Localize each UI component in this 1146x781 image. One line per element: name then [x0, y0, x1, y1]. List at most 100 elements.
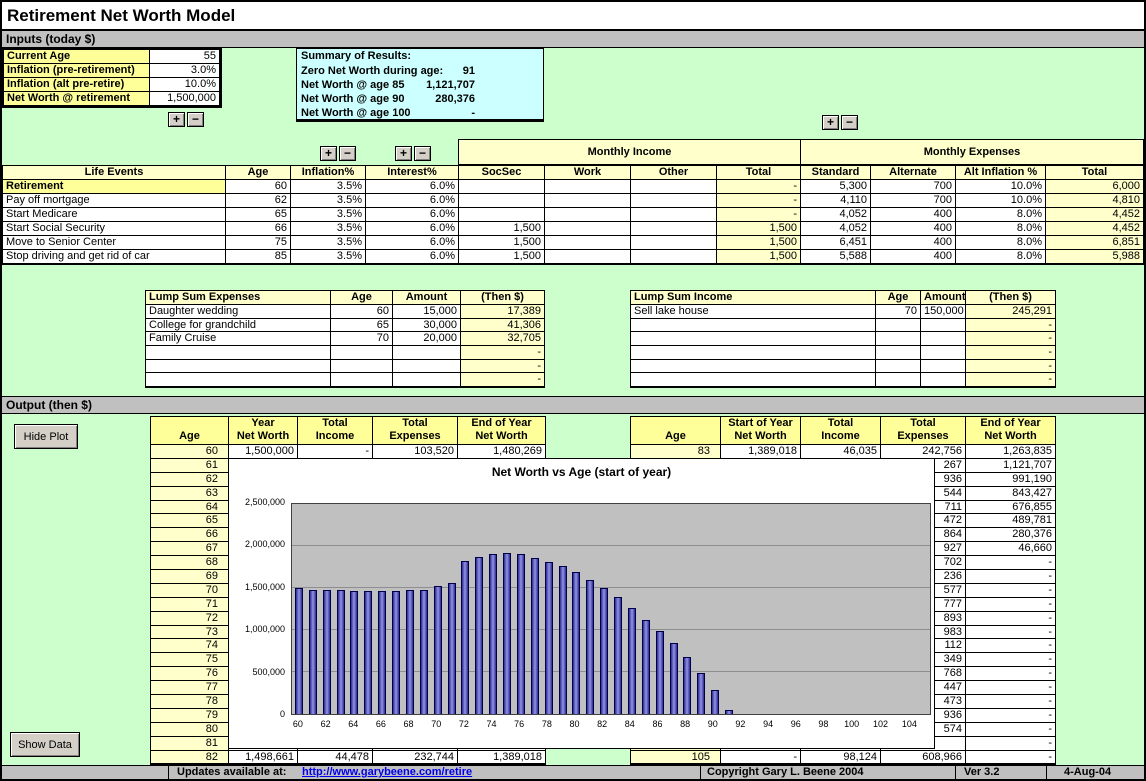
- life-event-cell[interactable]: [631, 208, 717, 222]
- lump-cell[interactable]: [631, 373, 876, 387]
- life-event-cell[interactable]: 700: [871, 194, 956, 208]
- lump-cell[interactable]: [393, 373, 461, 387]
- life-event-cell[interactable]: 85: [226, 250, 291, 264]
- lump-cell[interactable]: 60: [331, 305, 393, 319]
- lump-cell[interactable]: [921, 319, 966, 333]
- lump-cell[interactable]: [146, 360, 331, 374]
- life-event-cell[interactable]: Start Social Security: [3, 222, 226, 236]
- life-event-cell[interactable]: 8.0%: [956, 208, 1046, 222]
- life-event-cell[interactable]: 700: [871, 180, 956, 194]
- life-event-cell[interactable]: 6.0%: [366, 194, 459, 208]
- lump-cell[interactable]: 30,000: [393, 319, 461, 333]
- life-event-cell[interactable]: 400: [871, 208, 956, 222]
- life-event-cell[interactable]: [545, 236, 631, 250]
- lump-cell[interactable]: [331, 373, 393, 387]
- lump-cell[interactable]: [331, 360, 393, 374]
- lump-cell[interactable]: 70: [331, 332, 393, 346]
- life-event-cell[interactable]: 62: [226, 194, 291, 208]
- input-value-cell[interactable]: 55: [150, 50, 220, 64]
- life-event-cell[interactable]: 60: [226, 180, 291, 194]
- lump-cell[interactable]: Family Cruise: [146, 332, 331, 346]
- life-event-cell[interactable]: [459, 180, 545, 194]
- lump-cell[interactable]: [921, 332, 966, 346]
- life-event-cell[interactable]: Retirement: [3, 180, 226, 194]
- life-event-cell[interactable]: Stop driving and get rid of car: [3, 250, 226, 264]
- life-event-cell[interactable]: 400: [871, 236, 956, 250]
- remove-row-button[interactable]: −: [841, 115, 858, 130]
- lump-cell[interactable]: [631, 332, 876, 346]
- life-event-cell[interactable]: [545, 208, 631, 222]
- life-event-cell[interactable]: [545, 194, 631, 208]
- lump-cell[interactable]: [876, 373, 921, 387]
- show-data-button[interactable]: Show Data: [10, 732, 80, 757]
- lump-cell[interactable]: [631, 346, 876, 360]
- life-event-cell[interactable]: 3.5%: [291, 180, 366, 194]
- life-event-cell[interactable]: 10.0%: [956, 180, 1046, 194]
- lump-cell[interactable]: [921, 373, 966, 387]
- life-event-cell[interactable]: 5,588: [801, 250, 871, 264]
- life-event-cell[interactable]: 6.0%: [366, 208, 459, 222]
- life-event-cell[interactable]: [545, 250, 631, 264]
- lump-cell[interactable]: 20,000: [393, 332, 461, 346]
- life-event-cell[interactable]: [631, 194, 717, 208]
- life-event-cell[interactable]: Move to Senior Center: [3, 236, 226, 250]
- life-event-cell[interactable]: 6.0%: [366, 222, 459, 236]
- life-event-cell[interactable]: 10.0%: [956, 194, 1046, 208]
- life-event-cell[interactable]: 6.0%: [366, 180, 459, 194]
- life-event-cell[interactable]: [631, 236, 717, 250]
- life-event-cell[interactable]: Start Medicare: [3, 208, 226, 222]
- life-event-cell[interactable]: 66: [226, 222, 291, 236]
- life-event-cell[interactable]: Pay off mortgage: [3, 194, 226, 208]
- life-event-cell[interactable]: 1,500: [459, 222, 545, 236]
- remove-row-button[interactable]: −: [187, 112, 204, 127]
- life-event-cell[interactable]: 3.5%: [291, 194, 366, 208]
- input-value-cell[interactable]: 3.0%: [150, 64, 220, 78]
- lump-cell[interactable]: 15,000: [393, 305, 461, 319]
- lump-cell[interactable]: 65: [331, 319, 393, 333]
- lump-cell[interactable]: [876, 346, 921, 360]
- life-event-cell[interactable]: [545, 222, 631, 236]
- add-row-button[interactable]: +: [168, 112, 185, 127]
- life-event-cell[interactable]: [459, 208, 545, 222]
- input-value-cell[interactable]: 10.0%: [150, 78, 220, 92]
- lump-cell[interactable]: Daughter wedding: [146, 305, 331, 319]
- life-event-cell[interactable]: 4,052: [801, 208, 871, 222]
- life-event-cell[interactable]: [459, 194, 545, 208]
- lump-cell[interactable]: [921, 346, 966, 360]
- life-event-cell[interactable]: 65: [226, 208, 291, 222]
- life-event-cell[interactable]: 400: [871, 222, 956, 236]
- life-event-cell[interactable]: 75: [226, 236, 291, 250]
- lump-cell[interactable]: [876, 332, 921, 346]
- lump-cell[interactable]: [921, 360, 966, 374]
- lump-cell[interactable]: [146, 346, 331, 360]
- lump-cell[interactable]: [876, 360, 921, 374]
- life-event-cell[interactable]: [631, 180, 717, 194]
- lump-cell[interactable]: 70: [876, 305, 921, 319]
- life-event-cell[interactable]: [545, 180, 631, 194]
- life-event-cell[interactable]: 6.0%: [366, 250, 459, 264]
- life-event-cell[interactable]: 3.5%: [291, 236, 366, 250]
- lump-cell[interactable]: [331, 346, 393, 360]
- life-event-cell[interactable]: 3.5%: [291, 250, 366, 264]
- lump-cell[interactable]: [146, 373, 331, 387]
- life-event-cell[interactable]: 8.0%: [956, 236, 1046, 250]
- life-event-cell[interactable]: 3.5%: [291, 208, 366, 222]
- lump-cell[interactable]: [393, 346, 461, 360]
- remove-row-button[interactable]: −: [414, 146, 431, 161]
- lump-cell[interactable]: [393, 360, 461, 374]
- lump-cell[interactable]: [631, 319, 876, 333]
- life-event-cell[interactable]: 6.0%: [366, 236, 459, 250]
- life-event-cell[interactable]: 4,052: [801, 222, 871, 236]
- life-event-cell[interactable]: 400: [871, 250, 956, 264]
- life-event-cell[interactable]: 1,500: [459, 250, 545, 264]
- lump-cell[interactable]: Sell lake house: [631, 305, 876, 319]
- input-value-cell[interactable]: 1,500,000: [150, 92, 220, 106]
- lump-cell[interactable]: [631, 360, 876, 374]
- add-row-button[interactable]: +: [395, 146, 412, 161]
- hide-plot-button[interactable]: Hide Plot: [14, 424, 78, 449]
- life-event-cell[interactable]: 3.5%: [291, 222, 366, 236]
- lump-cell[interactable]: 150,000: [921, 305, 966, 319]
- life-event-cell[interactable]: 8.0%: [956, 250, 1046, 264]
- add-row-button[interactable]: +: [822, 115, 839, 130]
- lump-cell[interactable]: College for grandchild: [146, 319, 331, 333]
